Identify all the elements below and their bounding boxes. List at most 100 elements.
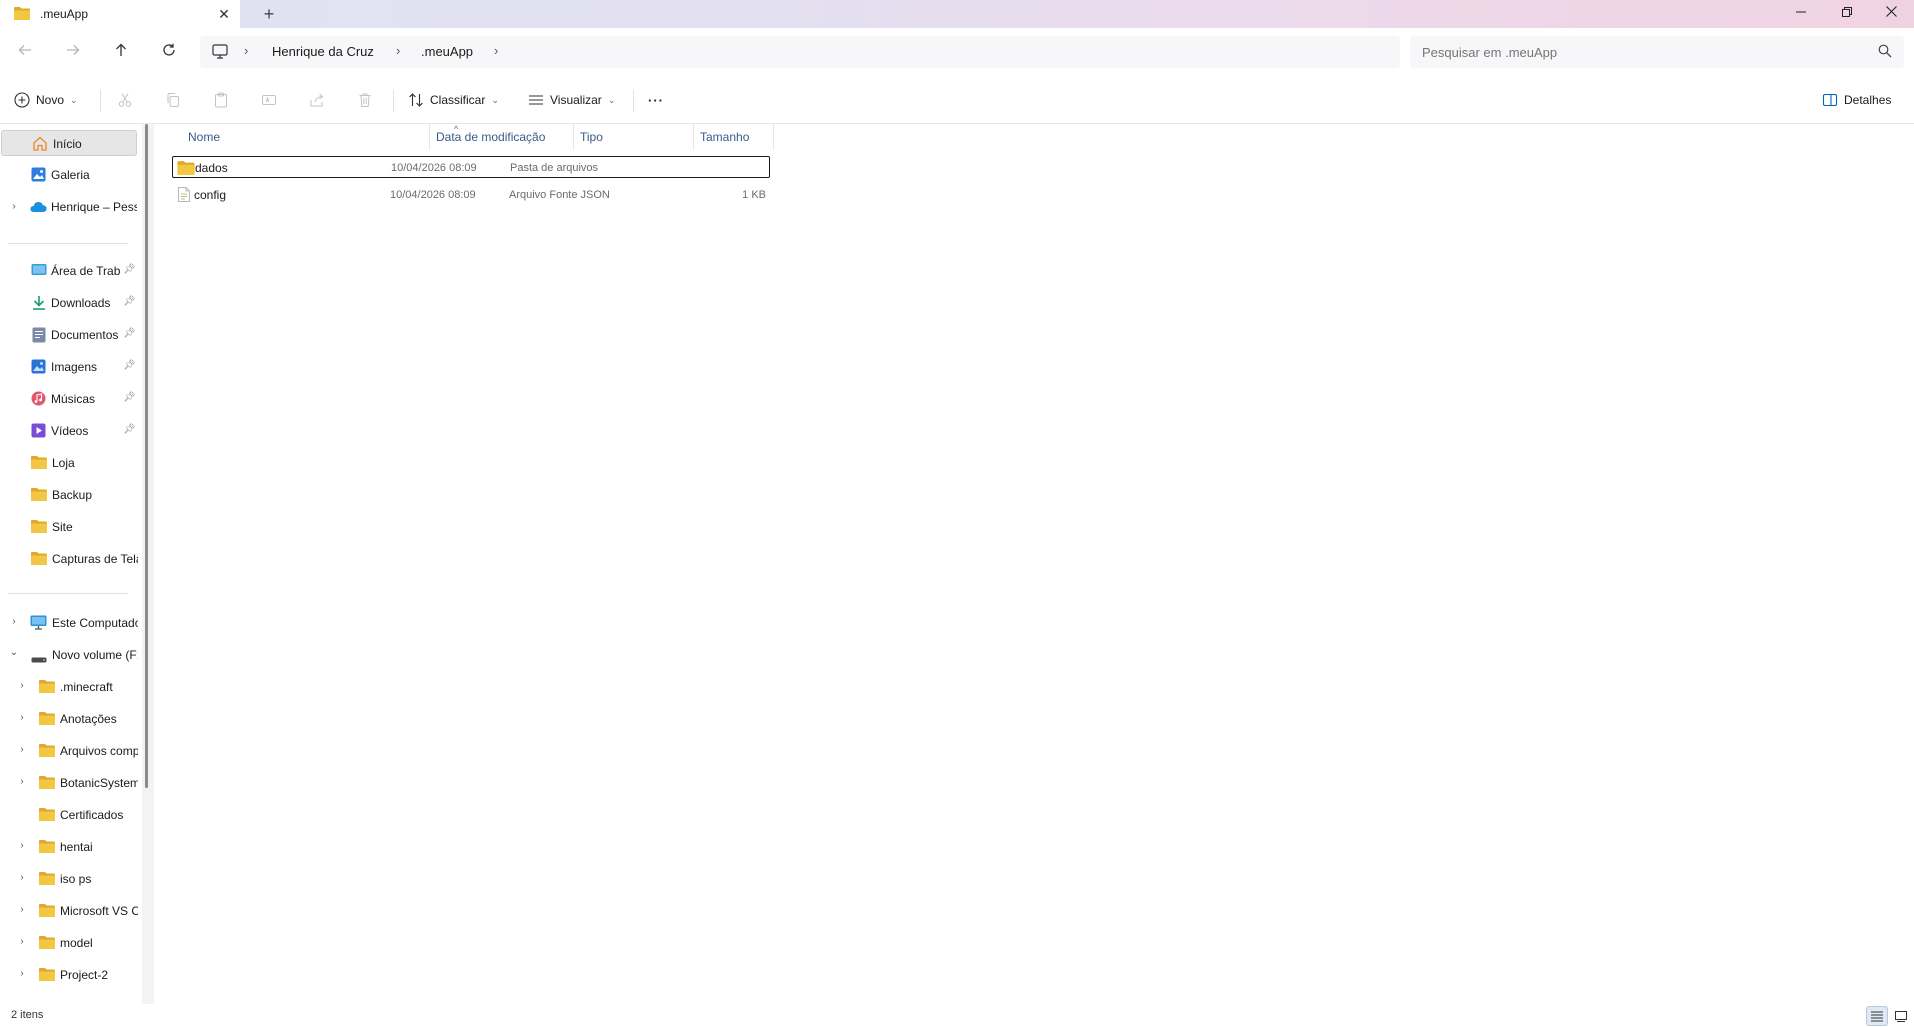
more-options-button[interactable]: ··· xyxy=(648,87,664,113)
new-tab-button[interactable]: + xyxy=(258,3,280,25)
breadcrumb-separator[interactable]: › xyxy=(244,43,248,58)
details-pane-button[interactable]: Detalhes xyxy=(1822,87,1891,113)
chevron-right-icon[interactable]: › xyxy=(16,872,28,883)
sidebar-item-minecraft[interactable]: › .minecraft xyxy=(0,674,138,700)
sidebar-item-videos[interactable]: Vídeos 📌︎ xyxy=(0,418,138,444)
copy-button[interactable] xyxy=(161,88,185,112)
pin-icon[interactable]: 📌︎ xyxy=(123,296,136,307)
breadcrumb-separator[interactable]: › xyxy=(494,43,498,58)
chevron-right-icon[interactable]: › xyxy=(16,840,28,851)
close-window-button[interactable] xyxy=(1868,0,1914,28)
address-row: › Henrique da Cruz › .meuApp › xyxy=(0,28,1914,76)
file-row-dados[interactable]: dados 10/04/2026 08:09 Pasta de arquivos xyxy=(172,156,770,178)
chevron-right-icon[interactable]: › xyxy=(8,616,20,627)
sidebar-item-onedrive[interactable]: › Henrique – Pessoal xyxy=(0,194,138,220)
pin-icon[interactable]: 📌︎ xyxy=(123,264,136,275)
folder-icon xyxy=(39,711,55,728)
details-pane-icon xyxy=(1822,93,1838,107)
chevron-right-icon[interactable]: › xyxy=(16,744,28,755)
sidebar-item-novo-volume[interactable]: ⌄ Novo volume (F:) xyxy=(0,642,138,668)
file-row-config[interactable]: config 10/04/2026 08:09 Arquivo Fonte JS… xyxy=(172,184,770,206)
breadcrumb-meuapp[interactable]: .meuApp xyxy=(421,44,473,59)
chevron-right-icon[interactable]: › xyxy=(16,776,28,787)
monitor-icon[interactable] xyxy=(212,44,228,62)
new-button[interactable]: Novo ⌄ xyxy=(14,87,78,113)
sort-button[interactable]: Classificar ⌄ xyxy=(408,87,499,113)
column-header-size[interactable]: Tamanho xyxy=(694,124,774,150)
search-input[interactable] xyxy=(1422,42,1862,62)
video-icon xyxy=(31,423,46,441)
address-bar[interactable]: › Henrique da Cruz › .meuApp › xyxy=(200,36,1400,68)
forward-button[interactable] xyxy=(60,40,86,66)
sidebar-item-este-computador[interactable]: › Este Computador xyxy=(0,610,138,636)
folder-icon xyxy=(39,903,55,920)
sidebar-scrollbar[interactable] xyxy=(145,124,148,788)
sidebar-scroll-track[interactable] xyxy=(142,124,154,1004)
folder-icon xyxy=(39,743,55,760)
tiles-view-button[interactable] xyxy=(1890,1006,1912,1026)
file-modified: 10/04/2026 08:09 xyxy=(390,189,476,201)
chevron-right-icon[interactable]: › xyxy=(16,968,28,979)
sidebar-item-downloads[interactable]: Downloads 📌︎ xyxy=(0,290,138,316)
sidebar-item-hentai[interactable]: › hentai xyxy=(0,834,138,860)
desktop-icon xyxy=(31,263,47,280)
pin-icon[interactable]: 📌︎ xyxy=(123,424,136,435)
search-icon[interactable] xyxy=(1878,44,1892,61)
sidebar-item-certificados[interactable]: Certificados xyxy=(0,802,138,828)
sidebar-item-galeria[interactable]: Galeria xyxy=(0,162,138,188)
sidebar-item-microsoft-vs-code[interactable]: › Microsoft VS Code xyxy=(0,898,138,924)
breadcrumb-separator[interactable]: › xyxy=(396,43,400,58)
sidebar-item-site[interactable]: Site xyxy=(0,514,138,540)
cut-button[interactable] xyxy=(113,88,137,112)
sidebar-item-model[interactable]: › model xyxy=(0,930,138,956)
sidebar-item-loja[interactable]: Loja xyxy=(0,450,138,476)
sort-button-label: Classificar xyxy=(430,93,486,107)
pin-icon[interactable]: 📌︎ xyxy=(123,360,136,371)
view-button[interactable]: Visualizar ⌄ xyxy=(528,87,615,113)
sidebar-item-botanicsystem[interactable]: › BotanicSystem xyxy=(0,770,138,796)
chevron-right-icon[interactable]: › xyxy=(16,712,28,723)
chevron-right-icon[interactable]: › xyxy=(16,904,28,915)
sidebar-item-iso-ps[interactable]: › iso ps xyxy=(0,866,138,892)
details-view-button[interactable] xyxy=(1866,1006,1888,1026)
sidebar-item-backup[interactable]: Backup xyxy=(0,482,138,508)
up-button[interactable] xyxy=(108,40,134,66)
sidebar-item-project-2[interactable]: › Project-2 xyxy=(0,962,138,988)
chevron-right-icon[interactable]: › xyxy=(8,201,20,212)
back-button[interactable] xyxy=(12,40,38,66)
minimize-button[interactable] xyxy=(1778,0,1824,28)
folder-icon xyxy=(39,967,55,984)
sidebar-item-arquivos-compartilhados[interactable]: › Arquivos compartilhados xyxy=(0,738,138,764)
pin-icon[interactable]: 📌︎ xyxy=(123,328,136,339)
pin-icon[interactable]: 📌︎ xyxy=(123,392,136,403)
sidebar-item-imagens[interactable]: Imagens 📌︎ xyxy=(0,354,138,380)
chevron-right-icon[interactable]: › xyxy=(16,680,28,691)
rename-button[interactable] xyxy=(257,88,281,112)
view-list-icon xyxy=(529,95,543,105)
maximize-button[interactable] xyxy=(1824,0,1870,28)
sidebar-item-documentos[interactable]: Documentos 📌︎ xyxy=(0,322,138,348)
chevron-right-icon[interactable]: › xyxy=(16,936,28,947)
delete-button[interactable] xyxy=(353,88,377,112)
sidebar-item-anotacoes[interactable]: › Anotações xyxy=(0,706,138,732)
close-tab-icon[interactable]: ✕ xyxy=(214,4,234,24)
trash-icon xyxy=(359,93,371,107)
item-count: 2 itens xyxy=(11,1009,44,1021)
paste-button[interactable] xyxy=(209,88,233,112)
sort-icon xyxy=(409,93,423,107)
chevron-down-icon: ⌄ xyxy=(70,94,78,105)
breadcrumb-henrique-da-cruz[interactable]: Henrique da Cruz xyxy=(272,44,374,59)
arrow-left-icon xyxy=(18,45,31,55)
sidebar-item-musicas[interactable]: Músicas 📌︎ xyxy=(0,386,138,412)
sidebar-item-area-de-trabalho[interactable]: Área de Trabalho 📌︎ xyxy=(0,258,138,284)
column-header-modified[interactable]: Data de modificação xyxy=(430,124,574,150)
search-box[interactable] xyxy=(1410,36,1904,68)
refresh-button[interactable] xyxy=(156,40,182,66)
sidebar-item-capturas-de-tela[interactable]: Capturas de Tela xyxy=(0,546,138,572)
column-header-name[interactable]: Nome xyxy=(182,124,430,150)
share-button[interactable] xyxy=(305,88,329,112)
chevron-down-icon[interactable]: ⌄ xyxy=(8,647,20,658)
sidebar-item-inicio[interactable]: Início xyxy=(1,130,137,156)
tab-meuapp[interactable]: .meuApp ✕ xyxy=(0,0,240,28)
column-header-type[interactable]: Tipo xyxy=(574,124,694,150)
